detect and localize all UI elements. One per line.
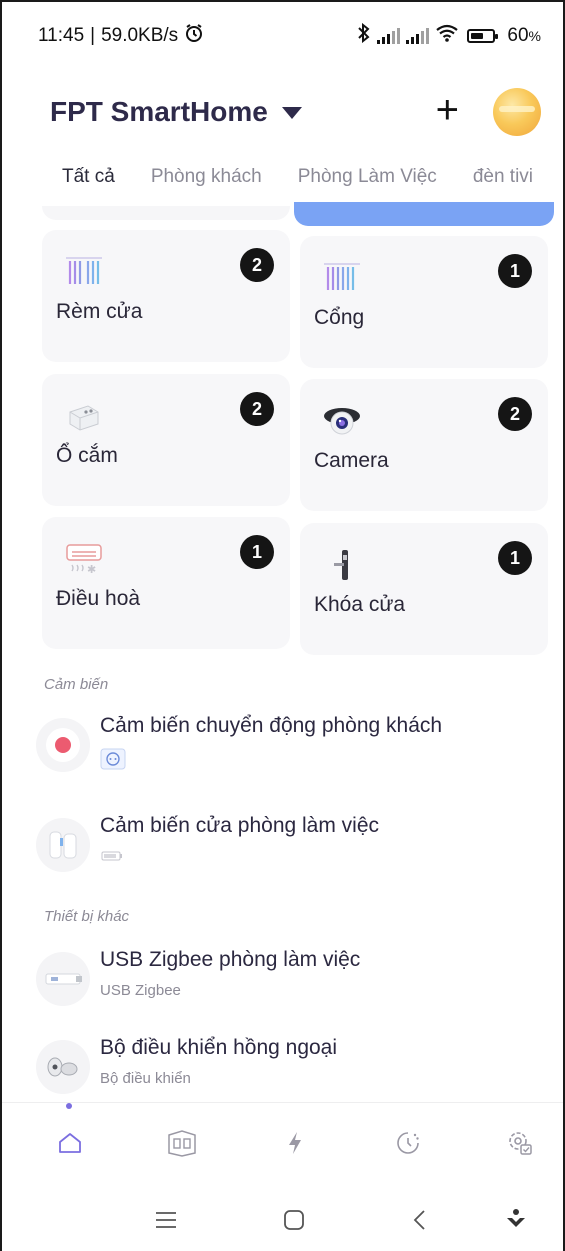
signal-icon-1 [377,28,401,44]
partial-card-left [42,206,290,220]
ir-remote-icon [36,1040,90,1094]
active-indicator [66,1103,72,1109]
status-right: 60% [357,22,541,49]
curtain-icon [64,254,104,290]
clock-icon [394,1129,422,1162]
status-time: 11:45 [38,25,85,46]
nav-rooms[interactable] [162,1127,202,1163]
air-conditioner-icon: ✱ [64,541,104,577]
status-bar: 11:45 | 59.0KB/s 60% [2,2,563,70]
camera-icon [322,403,362,439]
device-card-label: Khóa cửa [314,593,406,616]
device-card-label: Camera [314,449,389,472]
battery-fill [471,33,484,39]
app-header: FPT SmartHome + [2,82,563,142]
menu-icon [154,1210,178,1235]
app-frame: 11:45 | 59.0KB/s 60% FPT SmartHome + Tất… [0,0,565,1251]
device-card-gate[interactable]: 1 Cổng [300,236,548,368]
tab-tv-light[interactable]: đèn tivi [473,166,533,188]
alarm-icon [184,23,204,49]
sensor-item-door[interactable]: Cảm biến cửa phòng làm việc [36,814,543,874]
device-card-camera[interactable]: 2 Camera [300,379,548,511]
device-card-label: Ổ cắm [56,444,118,467]
battery-level: 60% [507,25,541,46]
tab-living-room[interactable]: Phòng khách [151,166,262,188]
device-count-badge: 2 [240,248,274,282]
wifi-icon [435,24,459,48]
nav-automation[interactable] [275,1127,315,1163]
home-name: FPT SmartHome [50,96,268,127]
status-left: 11:45 | 59.0KB/s [38,23,204,49]
battery-status-icon [100,848,126,868]
usb-zigbee-icon [36,952,90,1006]
door-sensor-icon [36,818,90,872]
tab-work-room[interactable]: Phòng Làm Việc [298,166,437,188]
rooms-icon [166,1129,198,1162]
tab-all[interactable]: Tất cả [62,166,115,188]
assistant-button[interactable] [496,1204,536,1240]
device-count-badge: 2 [498,397,532,431]
sensor-item-motion[interactable]: Cảm biến chuyển động phòng khách [36,714,543,774]
device-count-badge: 2 [240,392,274,426]
sensors-section-title: Cảm biến [44,676,109,693]
bluetooth-icon [357,22,371,49]
nav-settings[interactable] [500,1127,540,1163]
device-subtitle: Bộ điều khiển [100,1070,191,1087]
gate-icon [322,260,362,296]
device-card-door-lock[interactable]: 1 Khóa cửa [300,523,548,655]
svg-text:✱: ✱ [87,563,96,576]
door-lock-icon [322,547,362,583]
device-count-badge: 1 [498,541,532,575]
sensor-name: Cảm biến chuyển động phòng khách [100,714,443,737]
motion-status-icon [100,748,126,774]
device-item-usb-zigbee[interactable]: USB Zigbee phòng làm việc USB Zigbee [36,948,543,1008]
lightning-icon [286,1130,304,1161]
assistant-icon [505,1208,527,1237]
signal-icon-2 [406,28,430,44]
sensor-name: Cảm biến cửa phòng làm việc [100,814,380,837]
home-button[interactable] [274,1204,314,1240]
home-icon [57,1131,83,1160]
device-count-badge: 1 [240,535,274,569]
network-speed: 59.0KB/s [101,25,179,46]
room-tabs: Tất cả Phòng khách Phòng Làm Việc đèn ti… [2,152,563,202]
square-home-icon [283,1209,305,1236]
device-count-badge: 1 [498,254,532,288]
home-selector[interactable]: FPT SmartHome [50,96,302,128]
device-name: USB Zigbee phòng làm việc [100,948,361,971]
other-devices-section-title: Thiết bị khác [44,908,130,925]
header-actions: + [436,88,541,136]
device-card-label: Cổng [314,306,365,329]
settings-icon [506,1129,534,1162]
nav-home[interactable] [50,1127,90,1163]
battery-icon [467,29,499,43]
device-card-curtain[interactable]: 2 Rèm cửa [42,230,290,362]
device-card-air-conditioner[interactable]: ✱ 1 Điều hoà [42,517,290,649]
device-card-label: Rèm cửa [56,300,143,323]
plus-icon[interactable]: + [436,90,459,130]
device-item-ir-remote[interactable]: Bộ điều khiển hồng ngoại Bộ điều khiển [36,1036,543,1096]
chevron-left-icon [412,1209,428,1236]
avatar[interactable] [493,88,541,136]
device-name: Bộ điều khiển hồng ngoại [100,1036,338,1059]
device-card-label: Điều hoà [56,587,141,610]
status-separator: | [90,25,96,46]
menu-button[interactable] [146,1204,186,1240]
socket-icon [64,398,104,434]
back-button[interactable] [400,1204,440,1240]
nav-schedule[interactable] [388,1127,428,1163]
device-subtitle: USB Zigbee [100,982,181,999]
motion-sensor-icon [36,718,90,772]
partial-card-highlight [294,202,554,226]
dropdown-caret-icon [281,107,302,119]
device-card-socket[interactable]: 2 Ổ cắm [42,374,290,506]
